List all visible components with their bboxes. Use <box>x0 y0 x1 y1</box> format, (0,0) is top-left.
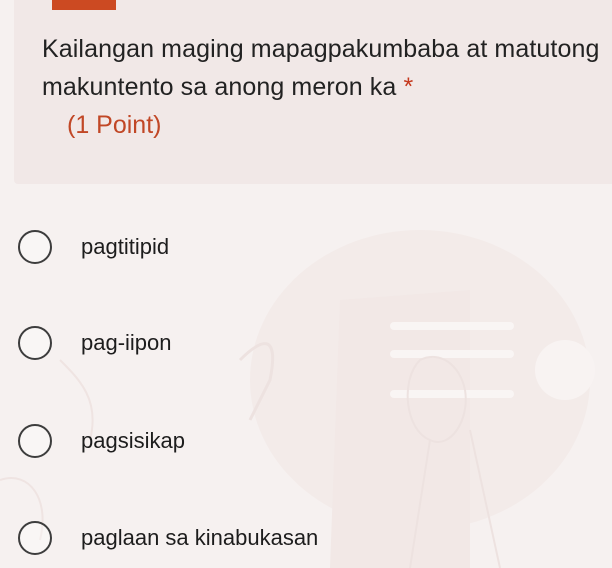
radio-button[interactable] <box>18 521 52 555</box>
required-star: * <box>403 73 414 101</box>
option-paglaan-sa-kinabukasan[interactable]: paglaan sa kinabukasan <box>18 518 318 558</box>
question-text: Kailangan maging mapagpakumbaba at matut… <box>42 35 600 101</box>
option-pagtitipid[interactable]: pagtitipid <box>18 227 169 267</box>
question-title: Kailangan maging mapagpakumbaba at matut… <box>42 30 608 106</box>
option-label: pagsisikap <box>81 428 185 453</box>
option-label: pagtitipid <box>81 234 170 259</box>
option-label: paglaan sa kinabukasan <box>81 525 319 550</box>
option-pag-iipon[interactable]: pag-iipon <box>18 323 172 363</box>
option-pagsisikap[interactable]: pagsisikap <box>18 421 185 461</box>
accent-bar <box>52 0 116 10</box>
question-points: (1 Point) <box>67 111 162 139</box>
option-label: pag-iipon <box>81 330 172 355</box>
radio-button[interactable] <box>18 326 52 360</box>
radio-button[interactable] <box>18 230 52 264</box>
radio-button[interactable] <box>18 424 52 458</box>
